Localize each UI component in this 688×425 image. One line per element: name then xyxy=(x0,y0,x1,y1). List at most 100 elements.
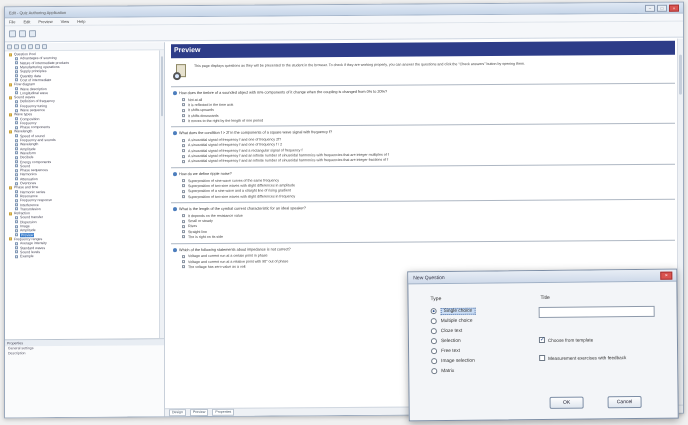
question-type-label: Matrix xyxy=(441,368,455,374)
maximize-button[interactable]: □ xyxy=(657,4,667,12)
question-icon xyxy=(15,199,18,203)
cancel-button[interactable]: Cancel xyxy=(607,395,642,409)
type-label: Type xyxy=(430,296,442,303)
settings-icon[interactable] xyxy=(42,44,47,50)
question-icon xyxy=(15,57,18,61)
answer-checkbox[interactable] xyxy=(182,119,185,123)
tab-properties[interactable]: Properties xyxy=(212,408,235,416)
title-input[interactable] xyxy=(538,305,655,319)
radio-button[interactable] xyxy=(431,368,438,375)
radio-button[interactable] xyxy=(430,308,437,315)
answer-checkbox[interactable] xyxy=(182,235,185,239)
add-icon[interactable] xyxy=(7,44,12,50)
question-type-option[interactable]: Image selection xyxy=(431,356,476,366)
answer-checkbox[interactable] xyxy=(182,195,185,199)
open-icon[interactable] xyxy=(19,30,26,38)
tab-design[interactable]: Design xyxy=(169,409,186,417)
delete-icon[interactable] xyxy=(14,44,19,50)
choose-from-template-row[interactable]: Choose from template xyxy=(538,336,593,344)
question-icon xyxy=(15,143,18,147)
menu-file[interactable]: File xyxy=(9,19,15,24)
dialog-body: Type Single choice Multiple choice Cloze t… xyxy=(408,282,677,423)
question-type-option[interactable]: Matrix xyxy=(431,366,476,376)
save-icon[interactable] xyxy=(29,30,36,38)
folder-icon xyxy=(9,83,12,87)
new-question-dialog: New Question × Type Single choice Multipl… xyxy=(407,268,679,423)
answer-checkbox[interactable] xyxy=(182,189,185,193)
answer-checkbox[interactable] xyxy=(182,154,185,158)
answer-checkbox[interactable] xyxy=(182,225,185,229)
question-type-option[interactable]: Single choice xyxy=(430,306,476,316)
question-icon xyxy=(15,160,18,164)
choose-from-template-checkbox[interactable] xyxy=(538,336,545,344)
answer-checkbox[interactable] xyxy=(182,219,185,223)
question-icon xyxy=(15,177,18,181)
folder-icon xyxy=(9,130,12,134)
answer-label: It shifts downwards xyxy=(188,113,219,118)
preview-scroll-thumb[interactable] xyxy=(679,54,682,95)
question-text: How do we define ripple noise? xyxy=(179,171,232,177)
answer-label: Superposition of sine wave curves of the… xyxy=(188,178,280,183)
measurement-row[interactable]: Measurement exercises with feedback xyxy=(539,354,626,362)
question-icon xyxy=(15,87,18,91)
question-type-option[interactable]: Cloze text xyxy=(430,326,476,336)
minimize-button[interactable]: – xyxy=(645,4,655,12)
answer-checkbox[interactable] xyxy=(182,98,185,102)
menu-help[interactable]: Help xyxy=(77,19,85,24)
question-icon xyxy=(173,131,177,136)
tree-item[interactable]: Example xyxy=(5,253,164,258)
radio-button[interactable] xyxy=(431,358,438,365)
tab-preview[interactable]: Preview xyxy=(189,408,209,417)
question-icon xyxy=(15,108,18,112)
answer-checkbox[interactable] xyxy=(182,214,185,218)
question-type-option[interactable]: Free text xyxy=(431,346,476,356)
menu-preview[interactable]: Preview xyxy=(38,19,52,24)
close-button[interactable]: × xyxy=(669,4,679,12)
answer-checkbox[interactable] xyxy=(182,184,185,188)
answer-checkbox[interactable] xyxy=(182,254,185,258)
answer-checkbox[interactable] xyxy=(182,159,185,163)
radio-button[interactable] xyxy=(430,328,437,335)
answer-checkbox[interactable] xyxy=(182,138,185,142)
question-icon xyxy=(15,117,18,121)
star-icon[interactable] xyxy=(35,44,40,50)
move-down-icon[interactable] xyxy=(28,44,33,50)
new-icon[interactable] xyxy=(9,30,16,38)
menu-edit[interactable]: Edit xyxy=(23,19,30,24)
answer-checkbox[interactable] xyxy=(182,103,185,107)
answer-label: The is right on its side xyxy=(188,234,223,240)
answer-checkbox[interactable] xyxy=(182,265,185,269)
ok-button[interactable]: OK xyxy=(549,396,584,409)
question-icon xyxy=(15,220,18,224)
tree-scrollbar[interactable] xyxy=(159,50,164,339)
radio-button[interactable] xyxy=(430,338,437,345)
title-label: Title xyxy=(540,294,550,302)
dialog-close-button[interactable]: × xyxy=(660,271,673,280)
answer-checkbox[interactable] xyxy=(182,114,185,118)
answer-checkbox[interactable] xyxy=(182,230,185,234)
answer-label: A sinusoidal signal of frequency f and o… xyxy=(188,142,283,148)
measurement-checkbox[interactable] xyxy=(539,354,546,362)
answer-checkbox[interactable] xyxy=(182,260,185,264)
question-icon xyxy=(15,104,18,108)
question-icon xyxy=(15,181,18,185)
question-icon xyxy=(15,246,18,250)
radio-button[interactable] xyxy=(431,348,438,355)
question-icon xyxy=(15,138,18,142)
question-icon xyxy=(15,194,18,198)
answer-checkbox[interactable] xyxy=(182,149,185,153)
question-type-option[interactable]: Selection xyxy=(430,336,476,346)
menu-view[interactable]: View xyxy=(61,19,70,24)
answer-checkbox[interactable] xyxy=(182,108,185,112)
question-type-label: Free text xyxy=(441,348,461,354)
radio-button[interactable] xyxy=(430,318,437,325)
tree-scroll-thumb[interactable] xyxy=(161,56,163,117)
move-up-icon[interactable] xyxy=(21,44,26,50)
answer-checkbox[interactable] xyxy=(182,179,185,183)
question-icon xyxy=(15,250,18,254)
question-icon xyxy=(15,173,18,177)
answer-checkbox[interactable] xyxy=(182,144,185,148)
question-icon xyxy=(15,100,18,104)
question-type-option[interactable]: Multiple choice xyxy=(430,316,476,326)
answer-label: Not at all xyxy=(188,97,203,102)
